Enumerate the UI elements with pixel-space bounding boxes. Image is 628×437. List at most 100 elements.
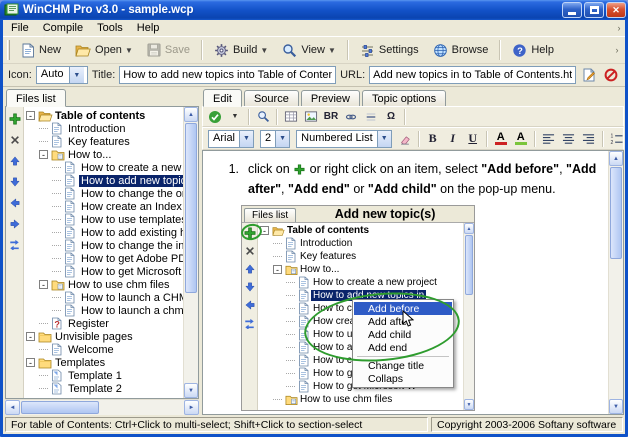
maximize-button[interactable] xyxy=(584,2,604,18)
dropdown-caret-icon[interactable]: ▼ xyxy=(239,131,253,147)
dropdown-caret-icon[interactable]: ▼ xyxy=(125,46,133,55)
insert-link-icon[interactable] xyxy=(342,108,360,125)
scroll-thumb[interactable] xyxy=(21,401,99,414)
tree-item[interactable]: -How to... xyxy=(258,263,463,276)
tree-item[interactable]: ?Register xyxy=(24,317,183,330)
move-up-icon[interactable] xyxy=(244,263,256,275)
scroll-thumb[interactable] xyxy=(610,167,622,259)
tree-item[interactable]: How to get Microsoft W xyxy=(24,265,183,278)
promote-icon[interactable] xyxy=(8,196,22,209)
demote-icon[interactable] xyxy=(8,217,22,230)
italic-icon[interactable]: I xyxy=(444,130,462,147)
view-button[interactable]: View▼ xyxy=(275,39,343,62)
tree-item[interactable]: How to use chm files xyxy=(258,393,463,406)
tree-item[interactable]: How create an Index xyxy=(24,200,183,213)
tree-item[interactable]: How to change the interf xyxy=(24,239,183,252)
insert-table-icon[interactable] xyxy=(282,108,300,125)
toolbar-chevron-icon[interactable]: › xyxy=(611,45,623,55)
tab-preview[interactable]: Preview xyxy=(301,90,360,106)
menu-help[interactable]: Help xyxy=(130,21,167,35)
font-color-icon[interactable]: A xyxy=(492,130,510,147)
tree-item[interactable]: How to launch a CHM fil xyxy=(24,291,183,304)
dropdown-caret-icon[interactable]: ▼ xyxy=(226,108,244,125)
tab-edit[interactable]: Edit xyxy=(203,89,242,107)
align-left-icon[interactable] xyxy=(540,130,558,147)
tree-item[interactable]: Template 1 xyxy=(24,369,183,382)
tree-item[interactable]: How to add existing html xyxy=(24,226,183,239)
tree-item[interactable]: Key features xyxy=(258,250,463,263)
dropdown-caret-icon[interactable]: ▼ xyxy=(328,46,336,55)
editor-vertical-scrollbar[interactable]: ▲ ▼ xyxy=(608,151,623,414)
collapse-expander-icon[interactable]: - xyxy=(26,111,35,120)
toolbar-grip[interactable] xyxy=(7,40,10,60)
save-button[interactable]: Save xyxy=(140,39,197,62)
dropdown-caret-icon[interactable]: ▼ xyxy=(69,67,84,83)
tree-item[interactable]: Key features xyxy=(24,135,183,148)
apply-icon[interactable] xyxy=(206,108,224,125)
find-icon[interactable] xyxy=(254,108,272,125)
tree-item[interactable]: Welcome xyxy=(24,343,183,356)
close-button[interactable]: ✕ xyxy=(606,2,626,18)
scroll-down-icon[interactable]: ▼ xyxy=(609,399,623,414)
forbidden-icon[interactable] xyxy=(602,67,620,84)
insert-image-icon[interactable] xyxy=(302,108,320,125)
tree-item[interactable]: -Templates xyxy=(24,356,183,369)
delete-topic-icon[interactable] xyxy=(244,245,256,257)
url-input[interactable] xyxy=(369,66,576,84)
collapse-expander-icon[interactable]: - xyxy=(273,265,282,274)
tree-item[interactable]: -How to use chm files xyxy=(24,278,183,291)
context-menu-item-add-end[interactable]: Add end xyxy=(354,341,452,354)
settings-button[interactable]: Settings xyxy=(353,39,426,62)
scroll-left-icon[interactable]: ◄ xyxy=(5,400,20,415)
new-button[interactable]: New xyxy=(14,39,68,62)
tree-item[interactable]: How to create a new pro xyxy=(24,161,183,174)
remove-format-icon[interactable] xyxy=(396,130,414,147)
edit-page-icon[interactable] xyxy=(580,67,598,84)
align-center-icon[interactable] xyxy=(560,130,578,147)
reorder-icon[interactable] xyxy=(244,317,256,329)
icon-combo[interactable]: Auto ▼ xyxy=(36,66,88,84)
insert-br-icon[interactable]: BR xyxy=(322,108,340,125)
highlight-icon[interactable]: A xyxy=(512,130,530,147)
move-down-icon[interactable] xyxy=(8,175,22,188)
context-menu-item-add-before[interactable]: Add before xyxy=(354,302,452,315)
scroll-up-icon[interactable]: ▲ xyxy=(184,107,198,122)
tree-vertical-scrollbar[interactable]: ▲ ▼ xyxy=(183,107,198,398)
collapse-expander-icon[interactable]: - xyxy=(260,226,269,235)
tree-item[interactable]: How to create a new project xyxy=(258,276,463,289)
tab-files-list[interactable]: Files list xyxy=(6,89,66,107)
build-button[interactable]: Build▼ xyxy=(207,39,275,62)
tree-item[interactable]: How to launch a chm file xyxy=(24,304,183,317)
collapse-expander-icon[interactable]: - xyxy=(39,150,48,159)
scroll-up-icon[interactable]: ▲ xyxy=(609,151,623,166)
context-menu-item-add-child[interactable]: Add child xyxy=(354,328,452,341)
editor-content[interactable]: 1. click on or right click on an item, s… xyxy=(203,151,608,414)
browse-button[interactable]: Browse xyxy=(426,39,496,62)
minimize-button[interactable] xyxy=(562,2,582,18)
collapse-expander-icon[interactable]: - xyxy=(26,332,35,341)
menu-compile[interactable]: Compile xyxy=(36,21,90,35)
size-combo[interactable]: 2▼ xyxy=(260,130,290,148)
title-input[interactable] xyxy=(119,66,336,84)
style-combo[interactable]: Numbered List▼ xyxy=(296,130,392,148)
reorder-icon[interactable] xyxy=(8,238,22,251)
scroll-down-icon[interactable]: ▼ xyxy=(184,383,198,398)
collapse-expander-icon[interactable]: - xyxy=(26,358,35,367)
insert-hr-icon[interactable] xyxy=(362,108,380,125)
tree-item[interactable]: -How to... xyxy=(24,148,183,161)
underline-icon[interactable]: U xyxy=(464,130,482,147)
scroll-right-icon[interactable]: ► xyxy=(184,400,199,415)
open-button[interactable]: Open▼ xyxy=(68,39,140,62)
tree-item[interactable]: How to add new topics xyxy=(24,174,183,187)
dropdown-caret-icon[interactable]: ▼ xyxy=(275,131,289,147)
font-combo[interactable]: Arial▼ xyxy=(208,130,254,148)
tree-item[interactable]: -Unvisible pages xyxy=(24,330,183,343)
move-up-icon[interactable] xyxy=(8,154,22,167)
context-menu-item-collaps[interactable]: Collaps xyxy=(354,372,452,385)
menubar-chevron-icon[interactable]: › xyxy=(613,23,625,33)
tree-horizontal-scrollbar[interactable]: ◄ ► xyxy=(5,399,199,415)
move-down-icon[interactable] xyxy=(244,281,256,293)
tree-item[interactable]: Introduction xyxy=(24,122,183,135)
title-bar[interactable]: WinCHM Pro v3.0 - sample.wcp ✕ xyxy=(0,0,628,20)
dropdown-caret-icon[interactable]: ▼ xyxy=(377,131,391,147)
